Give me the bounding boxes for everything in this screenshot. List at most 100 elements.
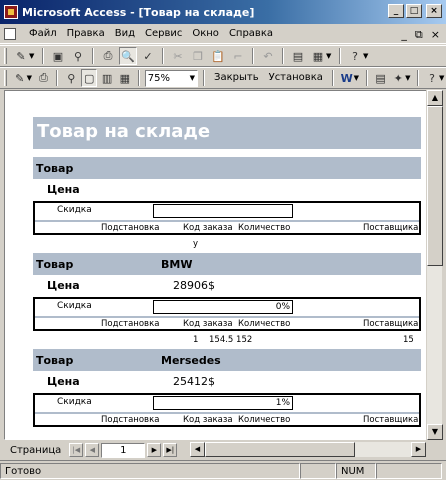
minimize-button[interactable]: _ [388,4,404,18]
product-band: Товар BMW [33,253,421,275]
subheader-order-code: Код заказа [183,319,233,329]
document-icon[interactable] [4,27,16,40]
menu-file[interactable]: Файл [24,28,62,39]
chevron-down-icon: ▼ [189,74,196,82]
print-preview-icon[interactable]: 🔍 [119,47,137,65]
subheader-quantity: Количество [238,319,291,329]
analyze-icon[interactable]: ▦ [309,47,327,65]
scrollbar-thumb[interactable] [427,106,443,266]
page-setup-button[interactable]: Установка [265,69,327,87]
title-bar: Microsoft Access - [Товар на складе] _ □… [0,0,446,24]
word-export-icon[interactable]: W [339,69,355,87]
close-button[interactable]: × [426,4,442,18]
sub-headers: Подстановка Код заказа Количество Постав… [35,316,419,329]
chevron-down-icon[interactable]: ▼ [27,74,34,82]
menu-bar: Файл Правка Вид Сервис Окно Справка _ ⧉ … [0,24,446,44]
price-value: 25412$ [173,375,215,388]
menu-view[interactable]: Вид [110,28,140,39]
chevron-down-icon[interactable]: ▼ [326,52,334,60]
last-page-icon[interactable]: ▶| [163,443,178,457]
toolbar-formatting: ✎ ▼ ▣ ⚲ ⎙ 🔍 ✓ ✂ ❐ 📋 ⌐ ↶ ▤ ▦ ▼ ? ▼ [0,45,446,67]
multiple-pages-icon[interactable]: ▦ [117,69,133,87]
one-page-icon[interactable]: ▢ [81,69,98,87]
scroll-down-icon[interactable]: ▼ [427,424,443,440]
design-view-icon[interactable]: ✎ [12,47,30,65]
print-icon[interactable]: ⎙ [36,69,52,87]
scrollbar-thumb[interactable] [205,442,355,457]
maximize-button[interactable]: □ [406,4,422,18]
detail-row: 1 154.5 152 15 [33,331,421,349]
discount-value: 1% [153,396,293,410]
chevron-down-icon[interactable]: ▼ [29,52,37,60]
toolbar-grip[interactable] [4,70,7,86]
discount-box: Скидка 1% Подстановка Код заказа Количес… [33,393,421,427]
save-icon[interactable]: ▣ [49,47,67,65]
scroll-right-icon[interactable]: ▶ [411,442,426,457]
page-number-input[interactable]: 1 [101,442,146,458]
scroll-left-icon[interactable]: ◀ [190,442,205,457]
subheader-supplier: Поставщика [363,319,419,329]
database-window-icon[interactable]: ▤ [373,69,389,87]
zoom-icon[interactable]: ⚲ [63,69,79,87]
chevron-down-icon[interactable]: ▼ [405,74,412,82]
menu-window[interactable]: Окно [187,28,224,39]
chevron-down-icon[interactable]: ▼ [363,52,371,60]
status-text: Готово [0,462,300,479]
price-label: Цена [47,183,80,196]
undo-icon[interactable]: ↶ [259,47,277,65]
scroll-up-icon[interactable]: ▲ [427,90,443,106]
close-preview-button[interactable]: Закрыть [210,69,263,87]
view-icon[interactable]: ✎ [12,69,28,87]
price-row: Цена 25412$ [33,371,421,393]
copy-icon[interactable]: ❐ [189,47,207,65]
product-label: Товар [36,257,74,271]
zoom-select[interactable]: 75% ▼ [144,69,199,87]
discount-label: Скидка [57,301,92,311]
spelling-icon[interactable]: ✓ [139,47,157,65]
vertical-scrollbar[interactable]: ▲ ▼ [426,90,443,440]
subheader-lookup: Подстановка [101,223,160,233]
toolbar-print-preview: ✎ ▼ ⎙ ⚲ ▢ ▥ ▦ 75% ▼ Закрыть Установка W … [0,67,446,89]
menu-help[interactable]: Справка [224,28,278,39]
product-band: Товар [33,157,421,179]
discount-label: Скидка [57,205,92,215]
price-label: Цена [47,279,80,292]
next-page-icon[interactable]: ▶ [147,443,162,457]
product-label: Товар [36,161,74,175]
subheader-supplier: Поставщика [363,223,419,233]
chevron-down-icon[interactable]: ▼ [354,74,361,82]
access-app-icon[interactable] [4,5,18,19]
format-painter-icon[interactable]: ⌐ [229,47,247,65]
new-object-icon[interactable]: ✦ [390,69,406,87]
doc-close-button[interactable]: × [431,28,440,42]
discount-box: Скидка 0% Подстановка Код заказа Количес… [33,297,421,331]
product-value: BMW [161,257,193,271]
first-page-icon[interactable]: |◀ [69,443,84,457]
search-icon[interactable]: ⚲ [69,47,87,65]
prev-page-icon[interactable]: ◀ [85,443,100,457]
cut-icon[interactable]: ✂ [169,47,187,65]
product-value: Mersedes [161,353,221,367]
doc-restore-button[interactable]: ⧉ [415,28,423,42]
toolbar-grip[interactable] [4,48,7,64]
subheader-lookup: Подстановка [101,415,160,425]
help-icon[interactable]: ? [346,47,364,65]
zoom-value: 75% [147,72,170,84]
discount-box: Скидка Подстановка Код заказа Количество… [33,201,421,235]
sub-headers: Подстановка Код заказа Количество Постав… [35,220,419,233]
office-links-icon[interactable]: ▤ [289,47,307,65]
print-icon[interactable]: ⎙ [99,47,117,65]
window-title: Microsoft Access - [Товар на складе] [22,5,255,19]
paste-icon[interactable]: 📋 [209,47,227,65]
doc-minimize-button[interactable]: _ [401,28,407,42]
chevron-down-icon[interactable]: ▼ [439,74,446,82]
price-label: Цена [47,375,80,388]
product-label: Товар [36,353,74,367]
two-pages-icon[interactable]: ▥ [99,69,115,87]
menu-edit[interactable]: Правка [62,28,110,39]
report-preview-pane[interactable]: Товар на складе Товар Цена Скидка Подста… [4,90,430,440]
menu-tools[interactable]: Сервис [140,28,187,39]
horizontal-scrollbar[interactable]: ◀ ▶ [190,442,426,457]
report-title: Товар на складе [33,117,421,149]
help-icon[interactable]: ? [424,69,440,87]
